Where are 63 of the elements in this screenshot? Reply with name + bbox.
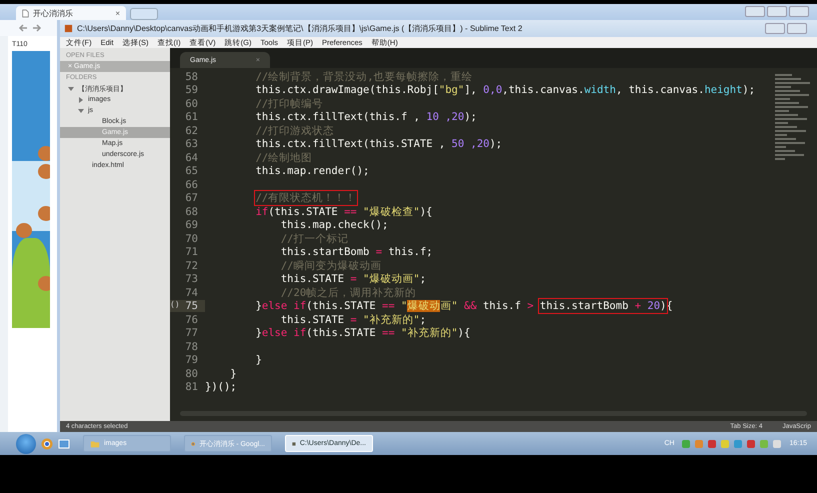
folder-icon bbox=[90, 438, 100, 448]
line-number: 63 bbox=[184, 138, 199, 150]
line-number: 76 bbox=[184, 314, 199, 326]
new-tab-button[interactable] bbox=[130, 8, 158, 20]
window-controls-icon[interactable] bbox=[745, 6, 809, 17]
code-line: this.ctx.fillText(this.STATE , 50 ,20); bbox=[254, 138, 502, 150]
code-line: } bbox=[229, 368, 237, 380]
line-number: 58 bbox=[184, 70, 199, 83]
code-line: this.map.check(); bbox=[280, 219, 388, 232]
line-number: 66 bbox=[184, 178, 199, 191]
code-line: //打印游戏状态 bbox=[254, 124, 334, 138]
browser-tab[interactable]: 开心消消乐 × bbox=[16, 6, 126, 20]
code-line: //绘制地图 bbox=[254, 150, 312, 165]
code-line: //打印帧编号 bbox=[254, 96, 324, 111]
line-number: 65 bbox=[184, 165, 199, 178]
code-line: } bbox=[254, 354, 262, 366]
code-line: })(); bbox=[205, 381, 237, 394]
expanded-arrow-icon[interactable] bbox=[78, 108, 84, 114]
line-number: 71 bbox=[184, 246, 199, 258]
code-line: this.STATE = "补充新的"; bbox=[280, 312, 426, 327]
code-line: }else if(this.STATE == "补充新的"){ bbox=[254, 326, 470, 340]
code-line: }else if(this.STATE == "爆破动画" && this.f > this.startBomb + 20){ bbox=[254, 299, 673, 314]
line-number: 61 bbox=[184, 111, 199, 124]
line-number: 68 bbox=[184, 206, 199, 218]
line-number: 72 bbox=[184, 260, 199, 272]
code-line: this.startBomb = this.f; bbox=[280, 246, 433, 258]
code-line: //有限状态机！！！ bbox=[254, 191, 356, 206]
line-number: 79 bbox=[184, 354, 199, 366]
code-line: //打一个标记 bbox=[280, 232, 349, 246]
code-line: //20帧之后，调用补充新的 bbox=[280, 286, 416, 300]
code-line: //绘制背景，背景没动,也要每帧擦除，重绘 bbox=[254, 70, 473, 84]
line-number: 69 bbox=[184, 219, 199, 232]
start-button[interactable] bbox=[16, 434, 36, 454]
code-line: if(this.STATE == "爆破检查"){ bbox=[254, 204, 432, 219]
line-number: 64 bbox=[184, 152, 199, 164]
line-number: 74 bbox=[184, 286, 199, 299]
line-number: 77 bbox=[184, 327, 199, 340]
line-number: 67 bbox=[184, 192, 199, 204]
back-icon[interactable] bbox=[18, 23, 28, 33]
line-number: 73 bbox=[184, 273, 199, 286]
code-line: this.ctx.drawImage(this.Robj["bg"], 0,0,this.canvas.width, this.canvas.height); bbox=[254, 84, 756, 96]
line-number: 80 bbox=[184, 368, 199, 380]
window-controls-icon[interactable] bbox=[765, 23, 807, 34]
code-line: this.map.render(); bbox=[254, 165, 370, 178]
collapsed-arrow-icon[interactable] bbox=[78, 96, 84, 102]
code-line: //瞬间变为爆破动画 bbox=[280, 258, 382, 273]
expanded-arrow-icon[interactable] bbox=[68, 86, 74, 92]
code-line: this.STATE = "爆破动画"; bbox=[280, 272, 426, 286]
desktop-icon[interactable] bbox=[58, 438, 70, 450]
window-title: C:\Users\Danny\Desktop\canvas动画和手机游戏第3天案例笔记\【消消乐项目】\js\Game.js (【消消乐项目】) - Sublime Text 2 bbox=[77, 23, 524, 34]
line-number: 70 bbox=[184, 232, 199, 245]
close-tab-button[interactable]: × bbox=[115, 8, 120, 18]
code-line: this.ctx.fillText(this.f , 10 ,20); bbox=[254, 111, 477, 124]
line-number: 81 bbox=[184, 381, 199, 394]
line-number: 62 bbox=[184, 124, 199, 137]
page-icon bbox=[22, 8, 29, 18]
browser-icon[interactable] bbox=[41, 438, 53, 450]
line-number: 60 bbox=[184, 98, 199, 110]
forward-icon[interactable] bbox=[32, 23, 42, 33]
app-icon bbox=[64, 24, 73, 33]
line-number: () 75 bbox=[170, 300, 205, 312]
line-number: 59 bbox=[184, 84, 199, 96]
line-number: 78 bbox=[184, 340, 199, 353]
